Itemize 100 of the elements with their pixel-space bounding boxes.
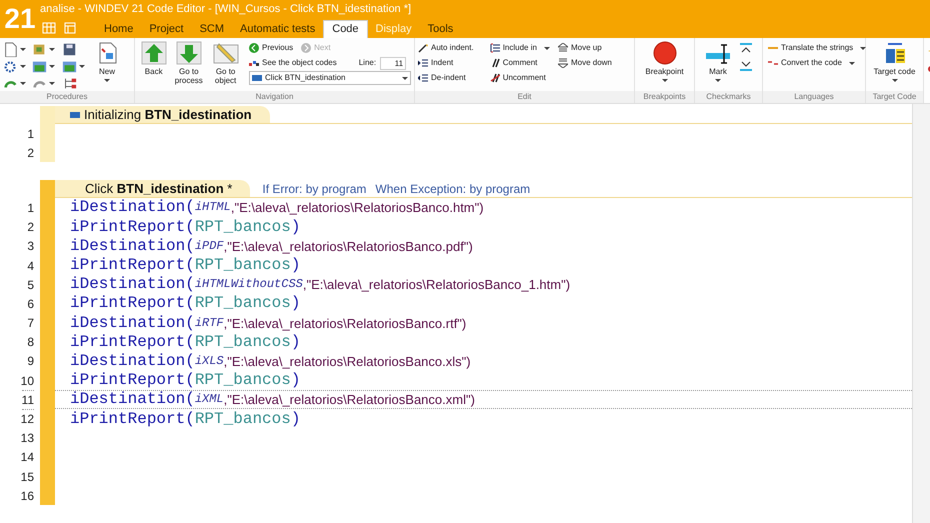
caret-icon [892, 79, 898, 82]
edit-command-button[interactable]: Auto indent. [418, 41, 474, 55]
ribbon-tab[interactable]: Tools [420, 20, 462, 38]
mark-button[interactable]: Mark [698, 41, 738, 91]
line-number: 9 [27, 353, 34, 370]
dropdown-value: Click BTN_idestination [265, 72, 346, 84]
code-line: iDestination(iPDF,"E:\aleva\_relatorios\RelatoriosBanco.pdf") [69, 236, 474, 256]
breakpoint-button[interactable]: Breakpoint [638, 41, 690, 91]
language-command-button[interactable]: Translate the strings [768, 41, 866, 55]
code-line: iPrintReport(RPT_bancos) [69, 332, 302, 352]
process-dropdown[interactable]: Click BTN_idestination [249, 71, 412, 85]
group-label: Breakpoints [635, 91, 694, 103]
code-line: iPrintReport(RPT_bancos) [69, 218, 302, 237]
move-up-icon [558, 43, 568, 53]
code-line: iDestination(iXML,"E:\aleva\_relatorios\RelatoriosBanco.xml") [55, 390, 912, 410]
stacked-lines-icon [884, 41, 906, 65]
caret-icon [662, 79, 668, 82]
new-file-icon [3, 42, 18, 56]
go-to-process-button[interactable]: Go to process [171, 41, 206, 91]
next-mark-button[interactable] [740, 59, 752, 71]
line-number: 5 [27, 276, 34, 294]
group-label: Edit [415, 91, 634, 103]
ribbon-tab[interactable]: Code [323, 20, 368, 38]
line-number: 16 [20, 488, 34, 505]
scrollbar[interactable] [912, 104, 930, 523]
caret-icon [20, 64, 26, 68]
code-dots-icon [249, 59, 260, 67]
ribbon-tab[interactable]: Project [141, 20, 192, 38]
chevron-up-icon [740, 43, 752, 55]
chevron-down-icon [740, 59, 752, 71]
code-line: iPrintReport(RPT_bancos) [69, 294, 302, 314]
edit-command-button[interactable]: De-indent [418, 71, 474, 85]
ribbon-tab[interactable]: Automatic tests [232, 20, 324, 38]
back-button[interactable]: Back [138, 41, 170, 91]
edit-command-button[interactable]: Move up [558, 41, 612, 55]
target-code-button[interactable]: Target code [869, 41, 920, 91]
line-number: 8 [27, 334, 34, 352]
line-number-field[interactable]: 11 [380, 56, 406, 70]
forward-circle-icon [301, 43, 312, 53]
caret-icon [20, 48, 26, 50]
group-label: Procedures [0, 91, 134, 103]
line-number: 3 [27, 238, 34, 256]
window-title: analise - WINDEV 21 Code Editor - [WIN_Cursos - Click BTN_idestination *] [40, 2, 412, 17]
caret-icon [848, 62, 855, 64]
line-number: 1 [27, 126, 34, 143]
go-to-object-button[interactable]: Go to object [208, 41, 244, 91]
edit-command-button[interactable]: Move down [558, 56, 612, 70]
code-line: iDestination(iHTML,"E:\aleva\_relatorios\RelatoriosBanco.htm") [69, 198, 485, 218]
line-number: 13 [20, 430, 34, 448]
line-number: 2 [27, 144, 34, 162]
code-line: iPrintReport(RPT_bancos) [69, 256, 302, 276]
edit-command-button[interactable]: Include in [490, 41, 550, 55]
grid-icon [42, 22, 56, 34]
folder-icon [32, 42, 48, 56]
section-tab[interactable]: Initializing BTN_idestination [55, 106, 270, 123]
include-icon [490, 43, 500, 53]
ribbon-tab[interactable]: SCM [192, 20, 232, 38]
move-down-icon [558, 58, 568, 68]
line-number: 6 [27, 296, 34, 313]
group-label: Checkmarks [695, 91, 762, 103]
app-logo: 21 [3, 2, 37, 36]
outdent-icon [418, 73, 428, 83]
uncomment-icon [490, 73, 500, 83]
wand-icon [418, 43, 428, 53]
edit-command-button[interactable]: Uncomment [490, 71, 550, 85]
line-number: 1 [27, 200, 34, 217]
ribbon-tab[interactable]: Home [96, 20, 142, 38]
group-label: Navigation [135, 91, 414, 103]
code-line: iDestination(iRTF,"E:\aleva\_relatorios\RelatoriosBanco.rtf") [69, 314, 468, 333]
line-number: 14 [20, 449, 34, 466]
code-line: iPrintReport(RPT_bancos) [69, 371, 302, 390]
caret-icon [49, 64, 56, 68]
caret-icon [49, 48, 56, 50]
toolbar-button[interactable] [3, 41, 28, 57]
group-label: Target Code [866, 91, 923, 103]
previous-button[interactable]: Previous [249, 41, 294, 55]
new-button[interactable]: New [89, 41, 125, 91]
caret-icon [49, 82, 56, 84]
exception-mode-label: When Exception: by program [375, 180, 530, 198]
edit-command-button[interactable]: Indent [418, 56, 474, 70]
previous-mark-button[interactable] [740, 43, 752, 55]
caret-icon [860, 46, 866, 50]
language-command-button[interactable]: Convert the code [768, 56, 866, 70]
caret-icon [20, 82, 26, 84]
line-number: 15 [20, 468, 34, 486]
indent-icon [418, 58, 428, 68]
error-mode-label: If Error: by program [262, 180, 366, 198]
save-icon [62, 42, 77, 56]
section-tab[interactable]: Click BTN_idestination* [55, 180, 250, 198]
line-number: 12 [20, 411, 34, 428]
edit-command-button[interactable]: Comment [490, 56, 550, 70]
pencil-icon [212, 41, 239, 65]
see-object-codes-button[interactable]: See the object codes [249, 56, 337, 70]
go-icon [62, 58, 77, 74]
line-number: 2 [27, 219, 34, 236]
gear-icon [3, 58, 18, 74]
window-icon [64, 22, 76, 34]
code-line: iDestination(iXLS,"E:\aleva\_relatorios\RelatoriosBanco.xls") [69, 352, 472, 372]
comment-slashes-icon [490, 58, 500, 68]
line-number: 7 [27, 315, 34, 332]
